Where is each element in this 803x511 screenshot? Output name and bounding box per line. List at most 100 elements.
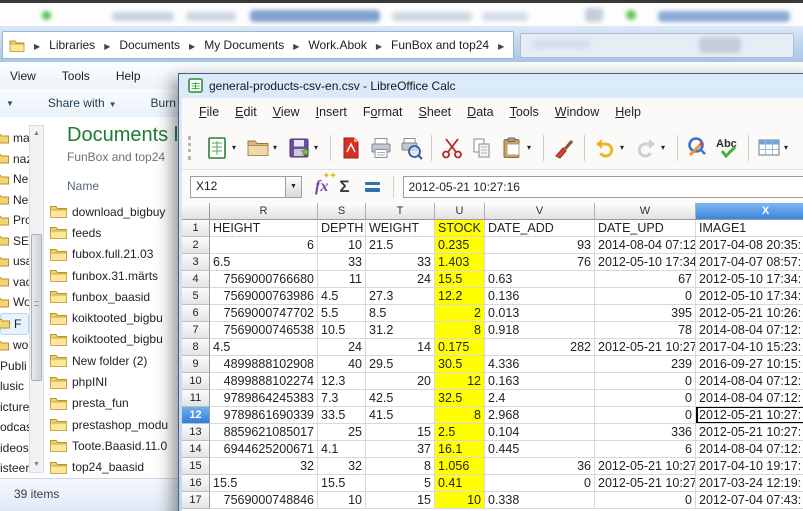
cell-S11[interactable]: 7.3 bbox=[318, 390, 366, 407]
breadcrumb-item[interactable]: Libraries bbox=[47, 38, 97, 52]
cell-R8[interactable]: 4.5 bbox=[210, 339, 318, 356]
menu-tools[interactable]: Tools bbox=[62, 69, 90, 83]
tree-item[interactable]: ma bbox=[0, 128, 29, 149]
undo-button[interactable] bbox=[590, 133, 620, 163]
cell-S3[interactable]: 33 bbox=[318, 254, 366, 271]
cell-W4[interactable]: 67 bbox=[595, 271, 696, 288]
menu-help[interactable]: Help bbox=[116, 69, 141, 83]
cell-T13[interactable]: 15 bbox=[366, 424, 435, 441]
breadcrumb-item[interactable]: FunBox and top24 bbox=[389, 38, 491, 52]
cell-V4[interactable]: 0.63 bbox=[485, 271, 595, 288]
cell-R2[interactable]: 6 bbox=[210, 237, 318, 254]
tree-item[interactable]: naz bbox=[0, 149, 29, 170]
insert-table-button[interactable] bbox=[754, 133, 784, 163]
cell-R17[interactable]: 7569000748846 bbox=[210, 492, 318, 509]
cell-R9[interactable]: 4899888102908 bbox=[210, 356, 318, 373]
chevron-down-icon[interactable]: ▾ bbox=[784, 143, 795, 152]
breadcrumb-item[interactable]: My Documents bbox=[202, 38, 286, 52]
row-header-6[interactable]: 6 bbox=[182, 305, 210, 322]
save-button[interactable] bbox=[284, 133, 314, 163]
tree-item[interactable]: Ne bbox=[0, 169, 29, 190]
row-header-15[interactable]: 15 bbox=[182, 458, 210, 475]
cell-X3[interactable]: 2017-04-07 08:57: bbox=[696, 254, 803, 271]
cell-R5[interactable]: 7569000763986 bbox=[210, 288, 318, 305]
cell-X7[interactable]: 2014-08-04 07:12: bbox=[696, 322, 803, 339]
chevron-down-icon[interactable]: ▾ bbox=[661, 143, 672, 152]
burn-button[interactable]: Burn bbox=[151, 96, 176, 110]
new-document-button[interactable] bbox=[202, 133, 232, 163]
tree-item[interactable]: isteer bbox=[0, 458, 29, 479]
cell-X6[interactable]: 2012-05-21 10:26: bbox=[696, 305, 803, 322]
cell-X12[interactable]: 2012-05-21 10:27: bbox=[696, 407, 803, 424]
column-header-U[interactable]: U bbox=[435, 203, 485, 220]
print-button[interactable] bbox=[366, 133, 396, 163]
cell-S4[interactable]: 11 bbox=[318, 271, 366, 288]
chevron-down-icon[interactable]: ▾ bbox=[273, 143, 284, 152]
column-header-R[interactable]: R bbox=[210, 203, 318, 220]
cell-W2[interactable]: 2014-08-04 07:12:05 bbox=[595, 237, 696, 254]
cell-R4[interactable]: 7569000766680 bbox=[210, 271, 318, 288]
row-header-11[interactable]: 11 bbox=[182, 390, 210, 407]
cell-W5[interactable]: 0 bbox=[595, 288, 696, 305]
row-header-2[interactable]: 2 bbox=[182, 237, 210, 254]
cell-S5[interactable]: 4.5 bbox=[318, 288, 366, 305]
cell-S8[interactable]: 24 bbox=[318, 339, 366, 356]
cell-U17[interactable]: 10 bbox=[435, 492, 485, 509]
cell-T5[interactable]: 27.3 bbox=[366, 288, 435, 305]
spelling-button[interactable]: Abc bbox=[713, 133, 743, 163]
cell-X1[interactable]: IMAGE1 bbox=[696, 220, 803, 237]
open-button[interactable] bbox=[243, 133, 273, 163]
share-with-button[interactable]: Share with▼ bbox=[48, 96, 117, 110]
chevron-down-icon[interactable]: ▾ bbox=[620, 143, 631, 152]
name-box[interactable]: X12 ▼ bbox=[190, 176, 302, 198]
column-header-V[interactable]: V bbox=[485, 203, 595, 220]
calc-menu-help[interactable]: Help bbox=[607, 102, 649, 122]
tree-item[interactable]: Pro bbox=[0, 210, 29, 231]
cell-V9[interactable]: 4.336 bbox=[485, 356, 595, 373]
tree-item[interactable]: icture bbox=[0, 397, 29, 418]
column-header-X[interactable]: X bbox=[696, 203, 803, 220]
cell-S13[interactable]: 25 bbox=[318, 424, 366, 441]
cell-V13[interactable]: 0.104 bbox=[485, 424, 595, 441]
redo-button[interactable] bbox=[631, 133, 661, 163]
calc-menu-window[interactable]: Window bbox=[547, 102, 607, 122]
cell-S16[interactable]: 15.5 bbox=[318, 475, 366, 492]
breadcrumb[interactable]: ▶Libraries▶Documents▶My Documents▶Work.A… bbox=[2, 31, 514, 59]
column-header-T[interactable]: T bbox=[366, 203, 435, 220]
row-header-12[interactable]: 12 bbox=[182, 407, 210, 424]
cell-T4[interactable]: 24 bbox=[366, 271, 435, 288]
row-header-13[interactable]: 13 bbox=[182, 424, 210, 441]
paste-button[interactable] bbox=[497, 133, 527, 163]
cell-S6[interactable]: 5.5 bbox=[318, 305, 366, 322]
cell-X11[interactable]: 2014-08-04 07:12: bbox=[696, 390, 803, 407]
row-header-4[interactable]: 4 bbox=[182, 271, 210, 288]
cell-S9[interactable]: 40 bbox=[318, 356, 366, 373]
copy-button[interactable] bbox=[467, 133, 497, 163]
cell-U3[interactable]: 1.403 bbox=[435, 254, 485, 271]
cell-V3[interactable]: 76 bbox=[485, 254, 595, 271]
row-header-9[interactable]: 9 bbox=[182, 356, 210, 373]
cell-X17[interactable]: 2012-07-04 07:43: bbox=[696, 492, 803, 509]
calc-menu-format[interactable]: Format bbox=[355, 102, 411, 122]
cell-W12[interactable]: 0 bbox=[595, 407, 696, 424]
cell-S14[interactable]: 4.1 bbox=[318, 441, 366, 458]
cell-V17[interactable]: 0.338 bbox=[485, 492, 595, 509]
cell-S17[interactable]: 10 bbox=[318, 492, 366, 509]
tree-item[interactable]: SEC bbox=[0, 231, 29, 252]
cell-W16[interactable]: 2012-05-21 10:27:41 bbox=[595, 475, 696, 492]
cell-W13[interactable]: 336 bbox=[595, 424, 696, 441]
tree-item[interactable]: wo bbox=[0, 335, 29, 356]
calc-menu-edit[interactable]: Edit bbox=[227, 102, 265, 122]
cell-W14[interactable]: 6 bbox=[595, 441, 696, 458]
cell-T11[interactable]: 42.5 bbox=[366, 390, 435, 407]
row-header-5[interactable]: 5 bbox=[182, 288, 210, 305]
cell-X14[interactable]: 2014-08-04 07:12: bbox=[696, 441, 803, 458]
function-wizard-icon[interactable]: fx✦✦ bbox=[315, 178, 328, 196]
cell-T6[interactable]: 8.5 bbox=[366, 305, 435, 322]
cut-button[interactable] bbox=[437, 133, 467, 163]
cell-X16[interactable]: 2017-03-24 12:19: bbox=[696, 475, 803, 492]
cell-V11[interactable]: 2.4 bbox=[485, 390, 595, 407]
cell-V14[interactable]: 0.445 bbox=[485, 441, 595, 458]
tree-scrollbar[interactable]: ▲ ▼ bbox=[29, 125, 44, 473]
cell-R6[interactable]: 7569000747702 bbox=[210, 305, 318, 322]
